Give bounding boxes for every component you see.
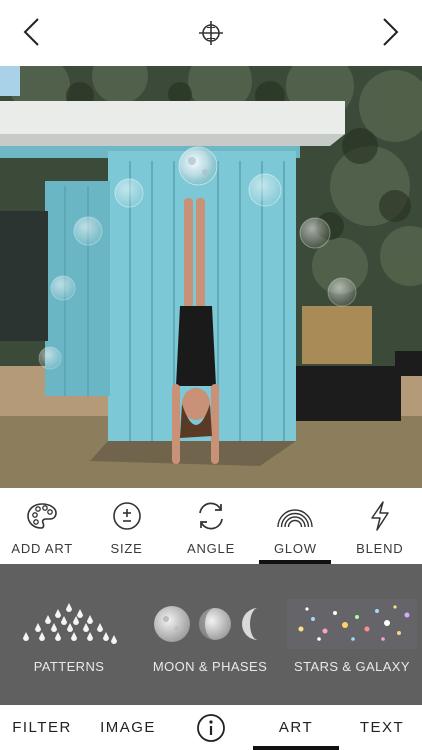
art-pack-moon-phases[interactable]: MOON & PHASES — [138, 564, 282, 705]
art-pack-label: MOON & PHASES — [152, 659, 268, 674]
info-button[interactable] — [190, 705, 232, 750]
tab-label: FILTER — [12, 719, 72, 736]
forward-button[interactable] — [372, 14, 408, 50]
moon-phases-icon — [154, 606, 258, 642]
tab-image[interactable]: IMAGE — [92, 705, 164, 750]
center-target-button[interactable] — [193, 16, 229, 50]
art-pack-label: PATTERNS — [33, 659, 105, 674]
adjustment-toolbar: ADD ART SIZE ANGLE GLOW BLEND — [0, 488, 422, 564]
tool-label: BLEND — [356, 541, 404, 556]
tab-label: TEXT — [359, 719, 405, 736]
tool-angle[interactable]: ANGLE — [169, 488, 253, 564]
lightning-icon — [371, 501, 389, 531]
galaxy-icon — [287, 599, 417, 649]
droplets-pattern-icon — [23, 603, 117, 644]
chevron-right-icon — [383, 18, 399, 46]
tab-art[interactable]: ART — [253, 705, 339, 750]
photo-canvas[interactable] — [0, 66, 422, 488]
rainbow-icon — [277, 509, 314, 527]
tool-glow[interactable]: GLOW — [253, 488, 337, 564]
tab-filter[interactable]: FILTER — [6, 705, 78, 750]
tool-label: GLOW — [273, 541, 317, 556]
palette-icon — [27, 503, 58, 529]
art-pack-strip: PATTERNS MOON & PHASES STARS & GALAXY — [0, 564, 422, 705]
tool-label: ANGLE — [186, 541, 236, 556]
back-button[interactable] — [14, 14, 50, 50]
info-icon — [197, 713, 225, 742]
tool-label: SIZE — [110, 541, 143, 556]
tool-size[interactable]: SIZE — [84, 488, 168, 564]
top-bar — [0, 0, 422, 66]
tab-label: IMAGE — [100, 719, 156, 736]
plus-minus-icon — [112, 502, 141, 530]
tab-text[interactable]: TEXT — [350, 705, 414, 750]
tool-label: ADD ART — [11, 541, 74, 556]
art-pack-stars-galaxy[interactable]: STARS & GALAXY — [282, 564, 422, 705]
art-pack-patterns[interactable]: PATTERNS — [0, 564, 138, 705]
crosshair-target-icon — [199, 21, 223, 45]
tool-add-art[interactable]: ADD ART — [0, 488, 84, 564]
tool-blend[interactable]: BLEND — [338, 488, 422, 564]
art-pack-label: STARS & GALAXY — [294, 659, 410, 674]
tab-label: ART — [278, 719, 314, 736]
bottom-tab-bar: FILTER IMAGE ART TEXT — [0, 705, 422, 750]
rotate-icon — [199, 502, 223, 530]
chevron-left-icon — [23, 18, 39, 46]
